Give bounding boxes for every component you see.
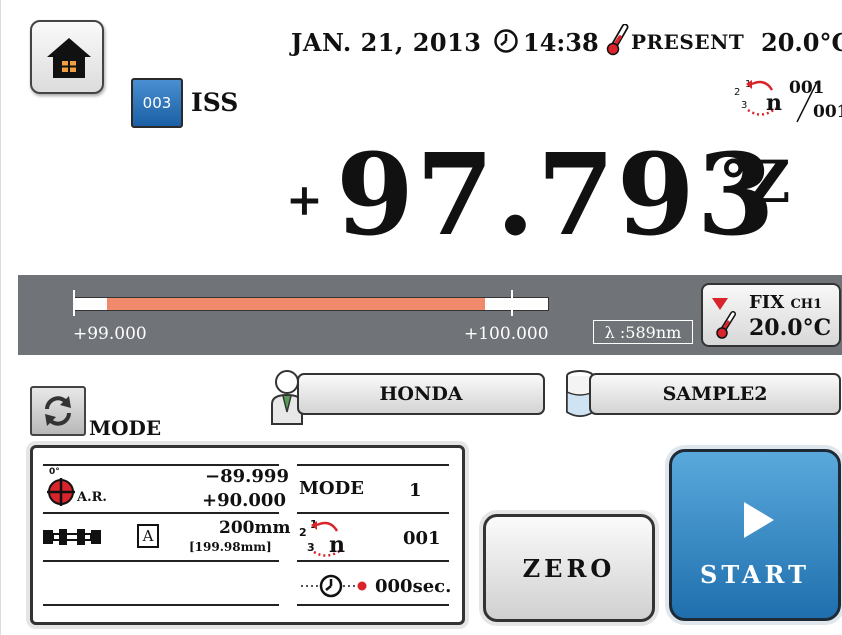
wavelength-display: λ :589nm [593, 320, 693, 344]
fix-label: FIX CH1 [749, 292, 822, 313]
settings-divider [297, 512, 449, 514]
user-name-field[interactable]: HONDA [297, 373, 545, 415]
repeat-setting-value: 001 [403, 528, 441, 549]
settings-divider [297, 464, 449, 466]
play-icon [744, 502, 774, 538]
svg-text:3: 3 [741, 100, 747, 111]
svg-text:2: 2 [299, 526, 307, 539]
range-min-label: +99.000 [73, 324, 147, 344]
tube-number-badge[interactable]: 003 [131, 78, 183, 128]
measurement-settings-panel[interactable]: 0° A.R. −89.999 +90.000 A 200mm [199.98m… [30, 445, 465, 625]
fix-triangle-icon [712, 298, 728, 310]
start-button[interactable]: START [669, 449, 841, 621]
fix-temperature-button[interactable]: FIX CH1 20.0°C [701, 283, 841, 347]
settings-divider [43, 560, 279, 562]
delay-setting-value: 000sec. [375, 576, 452, 597]
zero-button[interactable]: ZERO [483, 514, 655, 622]
settings-divider [297, 560, 449, 562]
tube-code-box[interactable]: A [137, 524, 159, 548]
start-label: START [700, 560, 810, 589]
fix-temperature: 20.0°C [749, 315, 832, 341]
reading-sign: + [286, 175, 323, 226]
repeat-icon: 2 1 3 n [734, 79, 782, 116]
present-temperature: 20.0°C [761, 28, 842, 57]
home-button[interactable] [30, 20, 104, 94]
mode-button[interactable] [30, 386, 86, 436]
mode-setting-label: MODE [299, 478, 364, 499]
mode-label: MODE [89, 416, 162, 440]
range-tick-min [73, 290, 75, 316]
tube-icon [43, 529, 101, 545]
settings-divider [43, 604, 279, 606]
range-max-label: +100.000 [464, 324, 549, 344]
reading-value: 97.793 [336, 130, 777, 261]
present-label: PRESENT [631, 30, 745, 54]
svg-text:2: 2 [734, 87, 740, 98]
svg-text:3: 3 [307, 541, 315, 554]
repeat-icon: 2 1 3 n [299, 518, 345, 558]
thermometer-icon [606, 24, 629, 56]
date-display: JAN. 21, 2013 [291, 28, 482, 57]
settings-divider [297, 604, 449, 606]
svg-text:n: n [766, 90, 782, 116]
tube-length-actual: [199.98mm] [189, 540, 272, 554]
ar-label: A.R. [77, 490, 107, 505]
settings-divider [43, 512, 279, 514]
range-bar-fill [107, 298, 485, 310]
repeat-total: 001 [813, 102, 842, 122]
home-icon [47, 38, 91, 78]
fix-channel: CH1 [790, 297, 823, 312]
sample-name-field[interactable]: SAMPLE2 [589, 373, 841, 415]
time-display: 14:38 [523, 28, 599, 57]
ar-max-value: +90.000 [202, 490, 286, 511]
fix-label-text: FIX [749, 292, 785, 313]
thermometer-icon [716, 311, 736, 339]
tube-length: 200mm [219, 518, 291, 538]
ar-min-value: −89.999 [205, 466, 289, 487]
mode-setting-value: 1 [409, 480, 422, 501]
clock-icon [494, 29, 518, 53]
tube-label: ISS [191, 88, 239, 117]
polarimeter-screen: JAN. 21, 2013 14:38 PRESENT 20.0°C 003 I… [0, 0, 842, 635]
svg-text:0°: 0° [49, 467, 60, 477]
range-tick-max [511, 290, 513, 316]
reading-unit: °Z [719, 148, 791, 216]
timer-icon [301, 574, 367, 598]
refresh-icon [45, 396, 71, 426]
svg-text:n: n [329, 532, 345, 558]
